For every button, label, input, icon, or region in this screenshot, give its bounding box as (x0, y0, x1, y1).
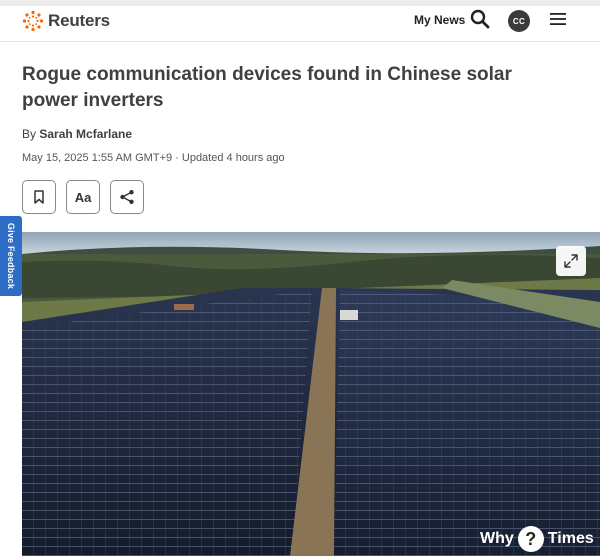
give-feedback-tab[interactable]: Give Feedback (0, 216, 22, 296)
reuters-logo-icon (22, 10, 44, 32)
share-icon (120, 190, 134, 204)
bookmark-icon (34, 190, 44, 204)
watermark-question-icon: ? (517, 526, 544, 552)
site-header: Reuters My News CC (0, 6, 600, 42)
hamburger-menu-icon[interactable] (550, 12, 566, 26)
logo-text: Reuters (48, 11, 110, 30)
expand-image-button[interactable] (556, 246, 586, 276)
share-button[interactable] (110, 180, 144, 214)
byline-prefix: By (22, 127, 40, 141)
reuters-logo[interactable]: Reuters (22, 10, 110, 32)
article-headline: Rogue communication devices found in Chi… (22, 64, 512, 111)
expand-icon (564, 254, 578, 268)
bookmark-button[interactable] (22, 180, 56, 214)
give-feedback-label: Give Feedback (6, 222, 17, 290)
why-times-watermark: Why ? Times (480, 524, 594, 554)
search-icon[interactable] (470, 9, 490, 29)
text-size-button[interactable]: Aa (66, 180, 100, 214)
watermark-right: Times (547, 530, 594, 547)
solar-farm-photo (22, 232, 600, 556)
text-size-label: Aa (74, 189, 92, 205)
article-dateline: May 15, 2025 1:55 AM GMT+9 · Updated 4 h… (22, 152, 285, 164)
byline: By Sarah Mcfarlane (22, 127, 132, 141)
user-avatar[interactable]: CC (508, 10, 530, 32)
author-link[interactable]: Sarah Mcfarlane (39, 127, 132, 141)
article-actions: Aa (22, 180, 144, 214)
article-hero-image[interactable] (22, 232, 600, 556)
my-news-link[interactable]: My News (414, 13, 465, 27)
watermark-left: Why (480, 530, 514, 547)
